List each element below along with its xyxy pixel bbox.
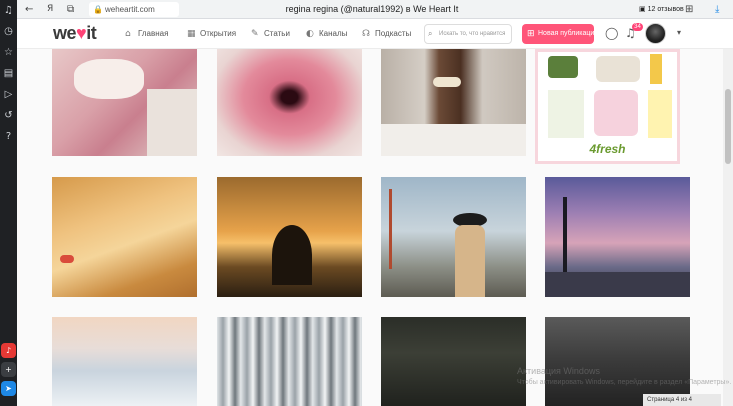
grid-tile-hair-flip[interactable] (217, 177, 362, 297)
back-icon[interactable]: ← (25, 2, 33, 17)
logo-we: we (53, 23, 77, 43)
tabs-icon[interactable]: ⧉ (67, 2, 74, 17)
grid-tile-dark-trees[interactable] (545, 317, 690, 406)
grid-tile-dark-forest[interactable] (381, 317, 526, 406)
hair-clip (433, 77, 461, 87)
marshmallow-top (74, 59, 144, 99)
nav-channels-label: Каналы (319, 29, 348, 38)
add-panel-icon[interactable]: + (1, 362, 16, 377)
logo-it: it (86, 23, 97, 43)
watermark-title: Активация Windows (517, 366, 600, 376)
notification-count-badge: 34 (632, 23, 643, 31)
avatar[interactable] (645, 23, 666, 44)
windows-activation-watermark: Активация Windows Чтобы активировать Win… (517, 366, 731, 388)
red-nails (60, 255, 74, 263)
new-post-label: Новая публикация (538, 30, 599, 37)
product-jar-green (548, 56, 578, 78)
grid-tile-lips[interactable] (217, 49, 362, 156)
history-icon[interactable]: ↺ (2, 109, 15, 122)
image-grid: 4fresh (17, 49, 733, 406)
grid-tile-city-evening[interactable] (545, 177, 690, 297)
browser-toolbar: ← Я ⧉ 🔒 weheartit.com regina regina (@na… (17, 0, 733, 19)
address-bar[interactable]: 🔒 weheartit.com (89, 2, 179, 17)
nav-podcasts[interactable]: ☊ Подкасты (362, 28, 411, 40)
download-icon[interactable]: ⤓ (715, 2, 719, 17)
collections-icon[interactable]: ▤ (2, 67, 15, 80)
sweater-sleeve (147, 89, 197, 156)
nav-discover[interactable]: ▦ Открытия (187, 28, 236, 40)
nav-podcasts-label: Подкасты (375, 29, 412, 38)
search-placeholder: Искать то, что нравится (439, 31, 506, 37)
nav-discover-label: Открытия (200, 29, 237, 38)
new-post-button[interactable]: ⊞ Новая публикация (522, 24, 598, 44)
weheartit-logo[interactable]: we♥it (53, 23, 97, 44)
page-scrollbar[interactable] (723, 49, 733, 406)
nav-home-label: Главная (138, 29, 169, 38)
bridge-tower (389, 189, 392, 269)
reviews-widget[interactable]: ▣ 12 отзывов (639, 1, 689, 17)
home-icon: ⌂ (125, 29, 131, 39)
browser-profile-label[interactable]: Я (47, 2, 53, 17)
headphones-icon: ☊ (362, 29, 370, 39)
scrollbar-thumb[interactable] (725, 89, 731, 164)
bottom-page-chip: Страница 4 из 4 (643, 394, 721, 406)
product-jar-pink (594, 90, 638, 136)
nav-home[interactable]: ⌂ Главная (125, 28, 168, 40)
clock-icon[interactable]: ◷ (2, 25, 15, 38)
product-tube-green (548, 90, 584, 138)
product-tube (650, 54, 662, 84)
lock-icon: 🔒 (93, 5, 103, 14)
music-app-icon[interactable]: ♪ (1, 343, 16, 358)
chevron-down-icon[interactable]: ▾ (677, 28, 681, 37)
blonde-hair (455, 225, 485, 297)
grid-tile-4fresh-ad[interactable]: 4fresh (535, 49, 680, 164)
question-icon[interactable]: ? (2, 130, 15, 143)
messenger-icon[interactable]: ➤ (1, 381, 16, 396)
search-icon: ⌕ (428, 29, 433, 38)
4fresh-brand-text: 4fresh (589, 142, 626, 156)
watermark-subtitle: Чтобы активировать Windows, перейдите в … (517, 379, 732, 386)
search-input[interactable]: ⌕ Искать то, что нравится (424, 24, 512, 44)
grid-tile-cocoa[interactable] (52, 49, 197, 156)
messages-icon[interactable]: ◯ (605, 26, 618, 40)
heart-icon: ♥ (76, 23, 87, 43)
product-tube-yellow (648, 90, 672, 138)
site-header: we♥it ⌂ Главная ▦ Открытия ✎ Статьи ◐ Каналы… (17, 19, 733, 49)
reviews-label: отзывов (657, 6, 684, 13)
grid-tile-snow-field[interactable] (52, 317, 197, 406)
nav-articles-label: Статьи (264, 29, 290, 38)
silhouette (272, 225, 312, 285)
reviews-count: 12 (647, 6, 656, 13)
product-jar-cream (596, 56, 640, 82)
nav-channels[interactable]: ◐ Каналы (306, 28, 347, 40)
grid-tile-snow-forest[interactable] (217, 317, 362, 406)
channel-icon: ◐ (306, 29, 314, 39)
tab-title: regina regina (@natural1992) в We Heart … (285, 4, 459, 14)
feather-icon: ✎ (251, 29, 259, 39)
bell-icon[interactable]: ♫ (2, 4, 15, 17)
grid-icon: ▦ (187, 29, 196, 39)
play-icon[interactable]: ▷ (2, 88, 15, 101)
left-sidebar: ♫ ◷ ☆ ▤ ▷ ↺ ? ♪ + ➤ (0, 0, 17, 406)
grid-tile-hat-bridge[interactable] (381, 177, 526, 297)
grid-tile-braid[interactable] (52, 177, 197, 297)
plus-square-icon: ⊞ (527, 29, 535, 39)
star-icon[interactable]: ☆ (2, 46, 15, 59)
grid-tile-ponytail[interactable] (381, 49, 526, 156)
white-shirt (381, 124, 526, 156)
url-text: weheartit.com (105, 5, 155, 14)
bookmark-icon[interactable]: ⊞ (685, 2, 693, 17)
reviews-icon: ▣ (639, 5, 646, 13)
fence (545, 272, 690, 297)
nav-articles[interactable]: ✎ Статьи (251, 28, 290, 40)
